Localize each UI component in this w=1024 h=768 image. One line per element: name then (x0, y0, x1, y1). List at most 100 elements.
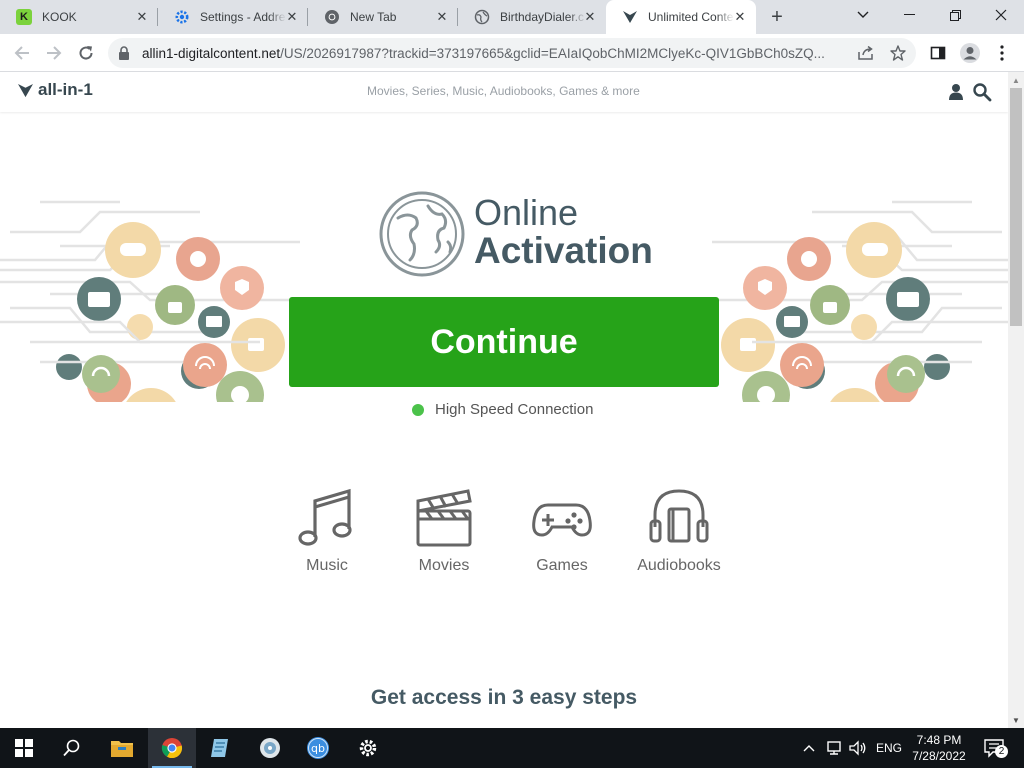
browser-menu-icon[interactable] (988, 39, 1016, 67)
all-in-1-icon (622, 9, 638, 25)
bookmark-star-icon[interactable] (888, 43, 908, 63)
notepad-icon (211, 739, 228, 757)
tab-unlimited-content[interactable]: Unlimited Conte ✕ (606, 0, 756, 34)
hero-title-activation: Activation (474, 230, 653, 271)
category-movies[interactable]: Movies (389, 487, 499, 575)
headphones-book-icon (649, 489, 709, 543)
tab-title: Unlimited Conte (648, 10, 734, 24)
tab-strip: K KOOK ✕ Settings - Addre ✕ New Tab ✕ Bi… (0, 0, 1024, 34)
category-games[interactable]: Games (507, 487, 617, 575)
tab-kook[interactable]: K KOOK ✕ (0, 0, 158, 34)
browser-toolbar: allin1-digitalcontent.net/US/2026917987?… (0, 34, 1024, 72)
search-icon[interactable] (972, 82, 992, 102)
close-tab-icon[interactable]: ✕ (732, 9, 748, 25)
reload-icon[interactable] (72, 39, 100, 67)
globe-icon (474, 9, 490, 25)
notification-center-button[interactable]: 2 (983, 728, 1009, 768)
restore-button[interactable] (932, 0, 978, 30)
show-hidden-icons-chevron-icon[interactable] (803, 728, 815, 768)
hero-title-online: Online (474, 192, 579, 233)
share-icon[interactable] (856, 43, 876, 63)
back-arrow-icon[interactable] (8, 39, 36, 67)
windows-taskbar: qb ENG 7:48 PM 7/28/2022 2 (0, 728, 1024, 768)
tab-settings[interactable]: Settings - Addre ✕ (158, 0, 308, 34)
user-account-icon[interactable] (946, 82, 966, 102)
tab-title: BirthdayDialer.c (500, 10, 585, 24)
close-tab-icon[interactable]: ✕ (434, 9, 450, 25)
new-tab-button[interactable]: + (764, 5, 790, 29)
start-button[interactable] (0, 728, 48, 768)
taskbar-file-explorer[interactable] (98, 728, 146, 768)
address-bar[interactable]: allin1-digitalcontent.net/US/2026917987?… (108, 38, 916, 68)
taskbar-notepad[interactable] (196, 728, 244, 768)
close-tab-icon[interactable]: ✕ (582, 9, 598, 25)
taskbar-settings[interactable] (344, 728, 392, 768)
category-label: Music (306, 557, 348, 574)
category-label: Movies (418, 557, 470, 574)
all-in-1-logo-icon (18, 83, 33, 97)
chrome-icon (161, 738, 183, 759)
search-icon (63, 739, 80, 757)
category-label: Audiobooks (637, 557, 721, 574)
music-note-icon (298, 488, 352, 546)
settings-gear-icon (174, 9, 190, 25)
category-music[interactable]: Music (272, 487, 382, 575)
close-tab-icon[interactable]: ✕ (134, 9, 150, 25)
decorative-icon-cluster-right-lower (752, 320, 1008, 393)
side-panel-icon[interactable] (924, 39, 952, 67)
continue-button[interactable]: Continue (289, 297, 719, 387)
chrome-icon (324, 9, 340, 25)
tab-title: New Tab (350, 10, 397, 24)
minimize-button[interactable] (886, 0, 932, 30)
site-tagline: Movies, Series, Music, Audiobooks, Games… (367, 84, 640, 98)
category-audiobooks[interactable]: Audiobooks (624, 487, 734, 575)
forward-arrow-icon[interactable] (40, 39, 68, 67)
tab-search-chevron-icon[interactable] (840, 0, 886, 30)
file-explorer-icon (111, 741, 133, 757)
input-language-indicator[interactable]: ENG (876, 728, 902, 768)
disc-app-icon (260, 738, 280, 758)
connection-status: High Speed Connection (412, 401, 593, 418)
taskbar-disc-app[interactable] (246, 728, 294, 768)
settings-icon (359, 739, 377, 757)
connection-status-text: High Speed Connection (435, 401, 594, 418)
tab-title: Settings - Addre (200, 10, 286, 24)
scroll-down-arrow-icon[interactable]: ▼ (1008, 712, 1024, 728)
tab-title: KOOK (42, 10, 77, 24)
gamepad-icon (532, 503, 592, 537)
profile-avatar-icon[interactable] (956, 39, 984, 67)
url-host: allin1-digitalcontent.net (142, 46, 281, 61)
steps-section-title: Get access in 3 easy steps (370, 686, 638, 709)
lock-icon[interactable] (118, 46, 130, 65)
windows-start-icon (15, 739, 33, 757)
tab-birthdaydialer[interactable]: BirthdayDialer.c ✕ (458, 0, 606, 34)
clock-time: 7:48 PM (916, 733, 962, 747)
scroll-up-arrow-icon[interactable]: ▲ (1008, 72, 1024, 88)
site-logo[interactable]: all-in-1 (18, 80, 93, 100)
url-text: allin1-digitalcontent.net/US/2026917987?… (142, 46, 842, 61)
decorative-icon-cluster-left-lower (0, 320, 260, 393)
qbittorrent-icon: qb (307, 737, 329, 759)
tab-new-tab[interactable]: New Tab ✕ (308, 0, 458, 34)
site-header: all-in-1 Movies, Series, Music, Audioboo… (0, 72, 1008, 112)
clock-date: 7/28/2022 (912, 749, 966, 763)
taskbar-chrome[interactable] (148, 728, 196, 768)
category-label: Games (536, 557, 588, 574)
close-tab-icon[interactable]: ✕ (284, 9, 300, 25)
network-icon[interactable] (826, 728, 844, 768)
close-window-button[interactable] (978, 0, 1024, 30)
globe-icon (379, 191, 465, 277)
volume-icon[interactable] (849, 728, 867, 768)
status-dot-icon (412, 403, 424, 416)
logo-text: all-in-1 (38, 80, 93, 99)
clapperboard-icon (416, 489, 472, 547)
scrollbar-thumb[interactable] (1010, 88, 1022, 326)
page-viewport: all-in-1 Movies, Series, Music, Audioboo… (0, 72, 1008, 728)
system-clock[interactable]: 7:48 PM 7/28/2022 (905, 732, 973, 764)
taskbar-qbittorrent[interactable]: qb (294, 728, 342, 768)
url-path: /US/2026917987?trackid=373197665&gclid=E… (280, 46, 825, 61)
notification-count-badge: 2 (995, 745, 1008, 758)
taskbar-search-button[interactable] (48, 728, 96, 768)
kook-icon: K (16, 9, 32, 25)
svg-text:qb: qb (311, 742, 325, 755)
